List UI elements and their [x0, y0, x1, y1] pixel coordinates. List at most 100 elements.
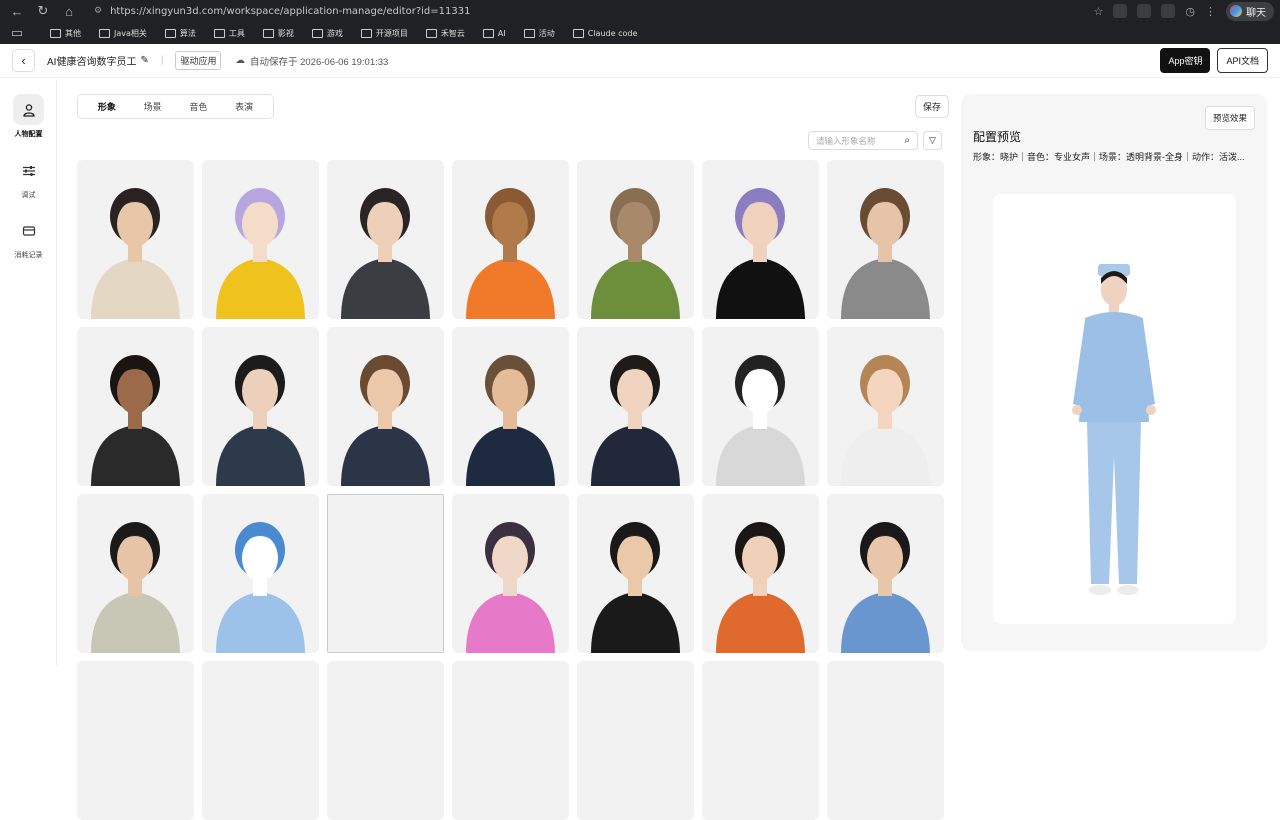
- bookmark-item[interactable]: Java相关: [99, 28, 147, 39]
- avatar-card[interactable]: [202, 494, 319, 653]
- chat-icon: [1230, 5, 1242, 17]
- avatar-card[interactable]: [77, 327, 194, 486]
- tab-voice[interactable]: 音色: [185, 98, 211, 115]
- preview-info: 形象：晓护｜音色：专业女声｜场景：透明背景-全身｜动作：活泼...: [973, 152, 1245, 162]
- sidebar: 人物配置 调试 消耗记录: [0, 79, 57, 666]
- filter-icon: ▽: [929, 135, 936, 145]
- star-icon[interactable]: ☆: [1094, 5, 1104, 18]
- folder-icon: [99, 28, 110, 38]
- bookmark-item[interactable]: 影视: [262, 28, 294, 39]
- avatar-portrait: [841, 522, 930, 653]
- avatar-card[interactable]: [202, 327, 319, 486]
- bookmark-item[interactable]: 禾智云: [425, 28, 465, 39]
- avatar-card[interactable]: [77, 661, 194, 820]
- bookmark-item[interactable]: 开源项目: [360, 28, 408, 39]
- avatar-portrait: [216, 188, 305, 319]
- avatar-portrait: [716, 355, 805, 486]
- nurse-avatar-figure: [1072, 264, 1156, 595]
- sidebar-item-character-config[interactable]: 人物配置: [0, 94, 57, 139]
- avatar-card[interactable]: [702, 661, 819, 820]
- avatar-card[interactable]: [327, 160, 444, 319]
- history-icon[interactable]: ◷: [1185, 5, 1195, 18]
- avatar-card[interactable]: [327, 494, 444, 653]
- avatar-portrait: [466, 355, 555, 486]
- back-button[interactable]: ‹: [12, 49, 35, 72]
- address-bar[interactable]: ⚙ https://xingyun3d.com/workspace/applic…: [94, 1, 1054, 21]
- avatar-portrait: [841, 188, 930, 319]
- browser-chrome: ← ↻ ⌂ ⚙ https://xingyun3d.com/workspace/…: [0, 0, 1280, 44]
- extension-icon[interactable]: [1161, 4, 1176, 18]
- avatar-card[interactable]: [702, 327, 819, 486]
- edit-icon[interactable]: ✎: [140, 55, 148, 66]
- folder-icon: [523, 28, 535, 38]
- avatar-card[interactable]: [452, 160, 569, 319]
- app-title: AI健康咨询数字员工 ✎: [47, 55, 149, 68]
- card-icon: [13, 215, 44, 246]
- bookmark-item[interactable]: 工具: [213, 28, 245, 39]
- avatar-portrait: [466, 522, 555, 653]
- chat-button[interactable]: 聊天: [1226, 1, 1274, 21]
- tab-appearance[interactable]: 形象: [94, 98, 120, 115]
- bookmark-item[interactable]: 活动: [523, 28, 555, 39]
- filter-button[interactable]: ▽: [923, 131, 942, 150]
- avatar-portrait: [716, 522, 805, 653]
- back-arrow-icon[interactable]: ←: [6, 2, 28, 20]
- avatar-portrait: [591, 355, 680, 486]
- avatar-card[interactable]: [702, 160, 819, 319]
- reload-icon[interactable]: ↻: [32, 2, 54, 20]
- avatar-card[interactable]: [577, 160, 694, 319]
- folder-icon: [164, 28, 176, 38]
- tab-scene[interactable]: 场景: [140, 98, 166, 115]
- arrow-left-icon: ‹: [21, 53, 26, 68]
- avatar-card[interactable]: [202, 160, 319, 319]
- avatar-card[interactable]: [827, 661, 944, 820]
- avatar-card[interactable]: [577, 327, 694, 486]
- avatar-card[interactable]: [827, 494, 944, 653]
- app-key-button[interactable]: App密钥: [1160, 48, 1211, 73]
- extension-icon[interactable]: [1113, 4, 1128, 18]
- cloud-icon: ☁: [235, 55, 245, 66]
- bookmark-item[interactable]: Claude code: [572, 28, 637, 38]
- tab-icon[interactable]: ▭: [6, 24, 28, 42]
- avatar-card[interactable]: [827, 327, 944, 486]
- folder-icon: [425, 28, 437, 38]
- extension-icon[interactable]: [1137, 4, 1152, 18]
- avatar-card[interactable]: [77, 160, 194, 319]
- app-type-tag: 驱动应用: [175, 51, 222, 70]
- divider: |: [160, 55, 164, 66]
- home-icon[interactable]: ⌂: [58, 2, 80, 20]
- avatar-card[interactable]: [452, 327, 569, 486]
- avatar-portrait: [716, 188, 805, 319]
- sidebar-item-debug[interactable]: 调试: [0, 155, 57, 200]
- search-icon[interactable]: ⌕: [904, 135, 910, 146]
- preview-effect-button[interactable]: 预览效果: [1204, 106, 1255, 130]
- avatar-card[interactable]: [327, 327, 444, 486]
- bookmark-item[interactable]: 其他: [50, 28, 81, 39]
- avatar-card[interactable]: [452, 494, 569, 653]
- sidebar-item-usage-records[interactable]: 消耗记录: [0, 215, 57, 260]
- avatar-card[interactable]: [702, 494, 819, 653]
- avatar-portrait: [341, 355, 430, 486]
- avatar-card[interactable]: [202, 661, 319, 820]
- app-header: ‹ AI健康咨询数字员工 ✎ | 驱动应用 ☁ 自动保存于 2026-06-06…: [0, 44, 1280, 78]
- avatar-card[interactable]: [452, 661, 569, 820]
- bookmark-item[interactable]: 算法: [164, 28, 196, 39]
- avatar-card[interactable]: [327, 661, 444, 820]
- save-button[interactable]: 保存: [915, 95, 949, 118]
- api-doc-button[interactable]: API文档: [1217, 48, 1268, 73]
- bookmark-item[interactable]: 游戏: [311, 28, 343, 39]
- site-info-icon[interactable]: ⚙: [94, 6, 102, 16]
- avatar-portrait: [591, 188, 680, 319]
- avatar-card[interactable]: [577, 661, 694, 820]
- more-icon[interactable]: ⋮: [1205, 5, 1216, 18]
- avatar-search-input[interactable]: 请输入形象名称 ⌕: [808, 131, 918, 150]
- avatar-card[interactable]: [77, 494, 194, 653]
- tab-performance[interactable]: 表演: [231, 98, 257, 115]
- bookmark-item[interactable]: AI: [482, 28, 506, 38]
- sliders-icon: [13, 155, 44, 186]
- avatar-card[interactable]: [827, 160, 944, 319]
- folder-icon: [482, 28, 494, 38]
- avatar-card[interactable]: [577, 494, 694, 653]
- avatar-portrait: [91, 522, 180, 653]
- preview-stage: [993, 194, 1236, 624]
